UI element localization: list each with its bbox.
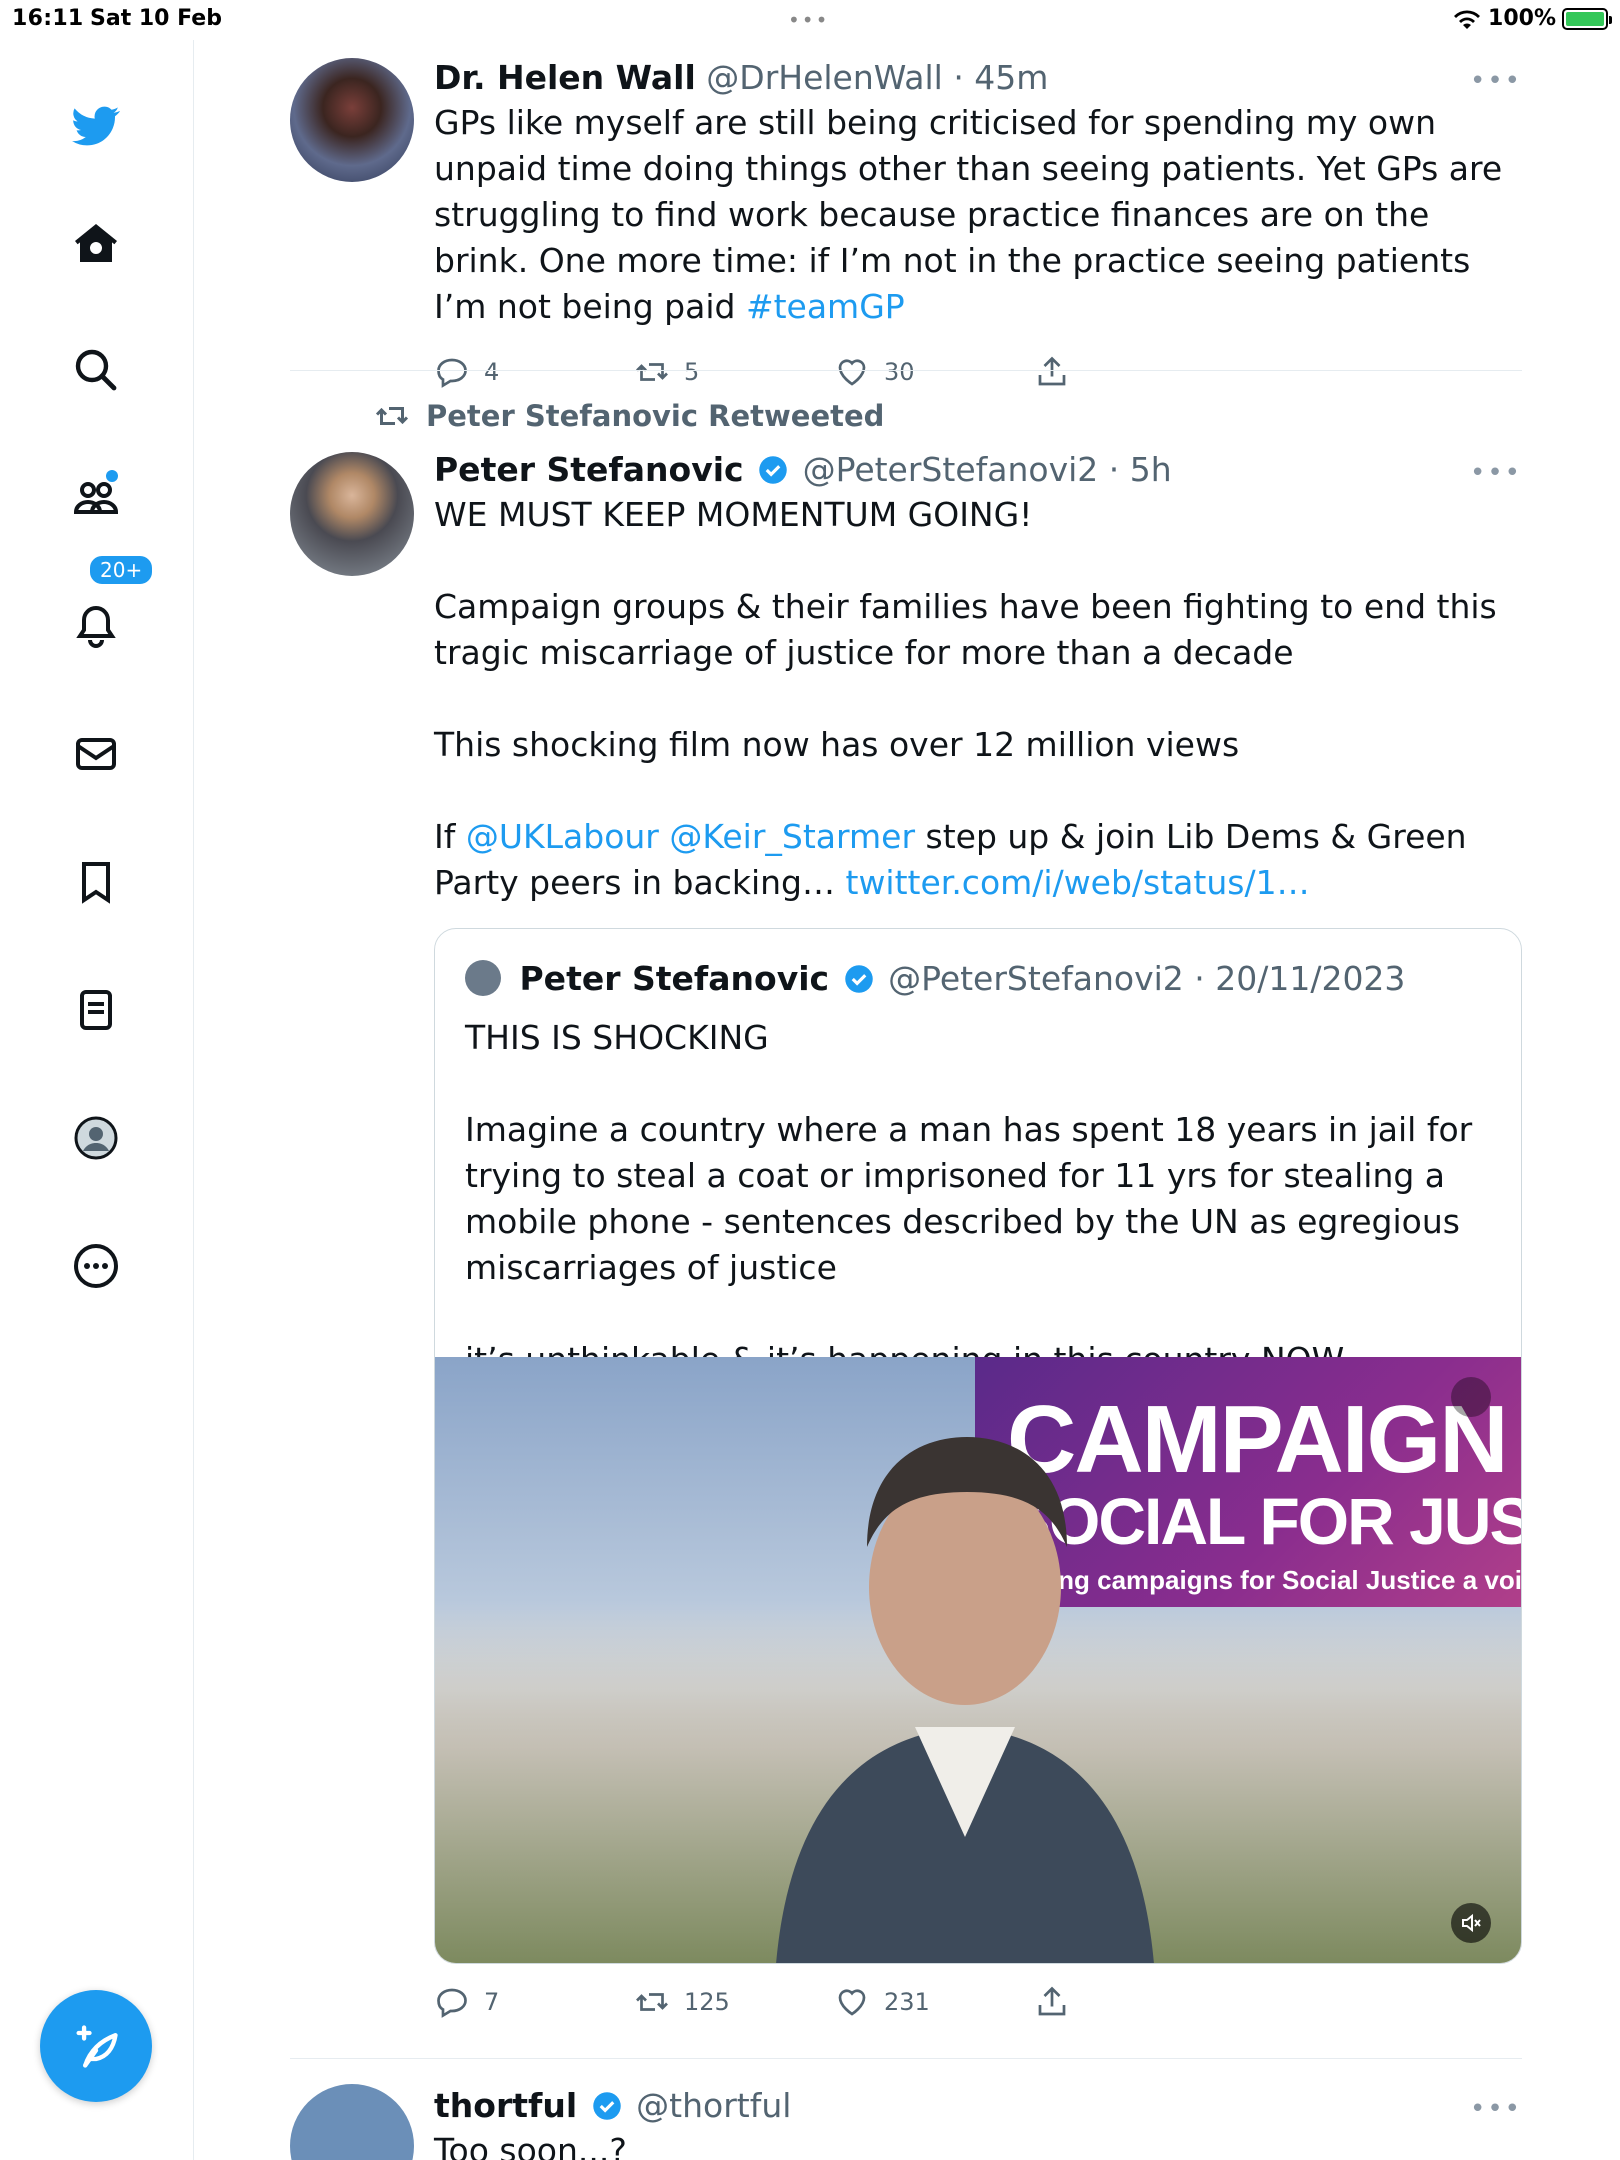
communities-icon[interactable] <box>60 462 132 534</box>
compose-tweet-button[interactable] <box>40 1990 152 2102</box>
video-presenter <box>776 1437 1154 1963</box>
author-handle-time[interactable]: @PeterStefanovi2 · 5h <box>803 450 1172 489</box>
tweet[interactable]: thortful @thortful ••• Too soon...? <box>290 2084 1522 2160</box>
sidebar: 20+ <box>0 40 194 2160</box>
share-icon <box>1038 1986 1066 2016</box>
author-name[interactable]: thortful <box>434 2086 577 2125</box>
quote-text: THIS IS SHOCKING Imagine a country where… <box>465 1018 1473 1379</box>
retweet-icon <box>375 407 409 425</box>
messages-envelope-icon[interactable] <box>60 718 132 790</box>
more-options-icon[interactable]: ••• <box>1470 2094 1522 2124</box>
notifications-badge: 20+ <box>88 554 155 586</box>
tweet-actions: 4 5 30 <box>434 354 1522 390</box>
notifications-bell-icon[interactable] <box>60 590 132 662</box>
more-options-icon[interactable]: ••• <box>1470 66 1522 96</box>
share-button[interactable] <box>1034 1984 1234 2020</box>
reply-button[interactable]: 7 <box>434 1984 634 2020</box>
quote-avatar <box>465 960 501 996</box>
more-options-icon[interactable]: ••• <box>1470 458 1522 488</box>
tweet[interactable]: Peter Stefanovic @PeterStefanovi2 · 5h •… <box>290 448 1522 2048</box>
reply-icon <box>437 1988 467 2018</box>
quote-author-name[interactable]: Peter Stefanovic <box>520 959 830 998</box>
divider <box>290 370 1522 371</box>
multitask-dots-icon[interactable]: ••• <box>788 8 829 32</box>
captions-icon[interactable] <box>1451 1377 1491 1417</box>
quote-handle-date[interactable]: @PeterStefanovi2 · 20/11/2023 <box>888 959 1405 998</box>
battery-percent: 100% <box>1488 6 1556 31</box>
muted-speaker-icon <box>1462 1913 1481 1933</box>
heart-icon <box>838 359 866 386</box>
bookmark-icon[interactable] <box>60 846 132 918</box>
twitter-logo-icon[interactable] <box>60 90 132 162</box>
retweet-button[interactable]: 125 <box>634 1984 834 2020</box>
tweet-text: Too soon...? <box>434 2131 627 2160</box>
lists-icon[interactable] <box>60 974 132 1046</box>
tweet-text: WE MUST KEEP MOMENTUM GOING! Campaign gr… <box>434 495 1497 902</box>
reply-icon <box>437 358 467 388</box>
divider <box>290 2058 1522 2059</box>
home-icon[interactable] <box>60 208 132 280</box>
tweet-header: Peter Stefanovic @PeterStefanovi2 · 5h <box>434 448 1522 492</box>
wifi-icon <box>1454 9 1481 29</box>
more-circle-icon[interactable] <box>60 1230 132 1302</box>
retweet-button[interactable]: 5 <box>634 354 834 390</box>
heart-icon <box>838 1989 866 2016</box>
share-button[interactable] <box>1034 354 1234 390</box>
tweet-link[interactable]: twitter.com/i/web/status/1… <box>846 863 1310 902</box>
like-button[interactable]: 231 <box>834 1984 1034 2020</box>
status-time: 16:11 <box>12 6 84 31</box>
communities-dot <box>106 470 118 482</box>
retweet-icon <box>636 1993 668 2011</box>
author-name[interactable]: Peter Stefanovic <box>434 450 744 489</box>
quote-header: Peter Stefanovic @PeterStefanovi2 · 20/1… <box>465 957 1405 1001</box>
verified-badge-icon <box>592 2092 621 2120</box>
search-icon[interactable] <box>60 334 132 406</box>
status-bar: 16:11 Sat 10 Feb ••• 100% <box>0 0 1620 40</box>
avatar-helen-wall[interactable] <box>290 58 414 182</box>
feather-plus-icon <box>76 2025 118 2068</box>
avatar-thortful[interactable] <box>290 2084 414 2160</box>
like-button[interactable]: 30 <box>834 354 1034 390</box>
author-name[interactable]: Dr. Helen Wall <box>434 58 696 97</box>
mute-button[interactable] <box>1451 1903 1491 1943</box>
verified-badge-icon <box>844 965 873 993</box>
retweeted-by[interactable]: Peter Stefanovic Retweeted <box>374 398 884 434</box>
mention-uklabour[interactable]: @UKLabour <box>466 817 659 856</box>
share-icon <box>1038 356 1066 386</box>
reply-button[interactable]: 4 <box>434 354 634 390</box>
avatar-peter-stefanovic[interactable] <box>290 452 414 576</box>
hashtag-link[interactable]: #teamGP <box>746 287 905 326</box>
status-right: 100% <box>1452 6 1612 31</box>
tweet[interactable]: Dr. Helen Wall @DrHelenWall · 45m ••• GP… <box>290 56 1522 388</box>
verified-badge-icon <box>759 456 787 484</box>
tweet-text: GPs like myself are still being criticis… <box>434 103 1503 326</box>
quoted-tweet[interactable]: Peter Stefanovic @PeterStefanovi2 · 20/1… <box>434 928 1522 1964</box>
retweet-icon <box>636 363 668 381</box>
author-handle[interactable]: @thortful <box>636 2086 791 2125</box>
profile-avatar-icon[interactable] <box>60 1102 132 1174</box>
battery-icon <box>1562 7 1612 30</box>
tweet-header: thortful @thortful <box>434 2084 1522 2128</box>
author-handle-time[interactable]: @DrHelenWall · 45m <box>706 58 1048 97</box>
video-player[interactable]: CAMPAIGN SOCIAL FOR JUSTICE Giving campa… <box>435 1357 1521 1963</box>
status-date: Sat 10 Feb <box>90 6 222 31</box>
tweet-header: Dr. Helen Wall @DrHelenWall · 45m <box>434 56 1522 100</box>
mention-keir-starmer[interactable]: @Keir_Starmer <box>669 817 915 856</box>
tweet-actions: 7 125 231 <box>434 1984 1234 2020</box>
